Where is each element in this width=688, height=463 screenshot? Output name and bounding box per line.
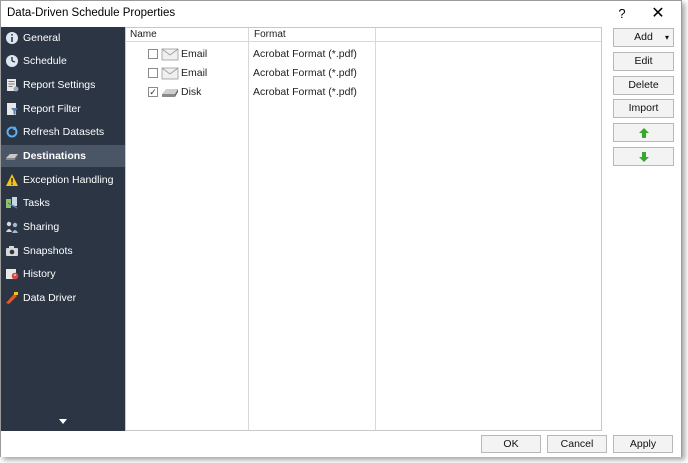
arrow-up-icon [638,128,650,142]
chevron-down-icon[interactable] [57,417,69,425]
tasks-icon [5,196,19,210]
row-format: Acrobat Format (*.pdf) [253,67,357,79]
data-driver-icon [5,291,19,305]
sidebar-item-label: Schedule [23,55,67,67]
destinations-list[interactable]: Name Format Email Acrobat Format (*.pdf)… [125,27,602,431]
title-bar: Data-Driven Schedule Properties ? ✕ [1,1,681,27]
chevron-down-icon: ▾ [664,33,669,42]
sidebar-item-label: Snapshots [23,245,73,257]
dialog-title: Data-Driven Schedule Properties [7,7,176,19]
sidebar-item-exception-handling[interactable]: Exception Handling [1,169,125,191]
row-checkbox[interactable] [148,68,158,78]
row-format: Acrobat Format (*.pdf) [253,48,357,60]
sidebar-item-destinations[interactable]: Destinations [1,145,125,167]
sidebar-item-report-settings[interactable]: Report Settings [1,74,125,96]
report-settings-icon [5,78,19,92]
move-down-button[interactable] [613,147,674,166]
sidebar-nav: General Schedule Report Settings Report … [1,27,125,431]
sidebar-item-label: Exception Handling [23,174,114,186]
dialog-footer: OK Cancel Apply [1,431,681,457]
row-name: Email [181,48,208,60]
sidebar-item-refresh-datasets[interactable]: Refresh Datasets [1,121,125,143]
sidebar-item-label: History [23,268,56,280]
email-icon [161,66,179,80]
import-button[interactable]: Import [613,99,674,118]
sidebar-item-general[interactable]: General [1,27,125,49]
sidebar-item-tasks[interactable]: Tasks [1,192,125,214]
list-header: Name Format [126,28,601,42]
dialog-window: Data-Driven Schedule Properties ? ✕ Gene… [0,0,682,457]
row-name: Disk [181,86,202,98]
delete-button[interactable]: Delete [613,76,674,95]
table-row[interactable]: Email Acrobat Format (*.pdf) [126,45,601,64]
warning-icon [5,173,19,187]
sidebar-item-label: General [23,32,61,44]
disk-icon [161,85,179,99]
sidebar-item-label: Report Settings [23,79,96,91]
snapshots-icon [5,244,19,258]
info-icon [5,31,19,45]
sidebar-item-history[interactable]: History [1,263,125,285]
row-checkbox-checked[interactable]: ✓ [148,87,158,97]
ok-button[interactable]: OK [481,435,541,453]
sharing-icon [5,220,19,234]
destinations-icon [5,149,19,163]
table-row[interactable]: ✓ Disk Acrobat Format (*.pdf) [126,83,601,102]
apply-button[interactable]: Apply [613,435,673,453]
column-header-format[interactable]: Format [254,29,286,40]
email-icon [161,47,179,61]
history-icon [5,267,19,281]
sidebar-item-label: Sharing [23,221,60,233]
sidebar-item-label: Destinations [23,150,87,162]
edit-button[interactable]: Edit [613,52,674,71]
arrow-down-icon [638,152,650,166]
table-row[interactable]: Email Acrobat Format (*.pdf) [126,64,601,83]
sidebar-item-label: Report Filter [23,103,81,115]
sidebar-item-sharing[interactable]: Sharing [1,216,125,238]
sidebar-item-report-filter[interactable]: Report Filter [1,98,125,120]
sidebar-item-label: Data Driver [23,292,77,304]
row-name: Email [181,67,208,79]
move-up-button[interactable] [613,123,674,142]
add-button-label: Add [634,31,653,43]
filter-icon [5,102,19,116]
sidebar-item-data-driver[interactable]: Data Driver [1,287,125,309]
sidebar-item-label: Tasks [23,197,50,209]
row-format: Acrobat Format (*.pdf) [253,86,357,98]
column-header-name[interactable]: Name [130,29,157,40]
help-button[interactable]: ? [613,5,631,23]
clock-icon [5,54,19,68]
row-checkbox[interactable] [148,49,158,59]
sidebar-item-schedule[interactable]: Schedule [1,50,125,72]
sidebar-item-label: Refresh Datasets [23,126,105,138]
refresh-icon [5,125,19,139]
sidebar-item-snapshots[interactable]: Snapshots [1,240,125,262]
add-button[interactable]: Add ▾ [613,28,674,47]
cancel-button[interactable]: Cancel [547,435,607,453]
close-button[interactable]: ✕ [649,5,667,23]
